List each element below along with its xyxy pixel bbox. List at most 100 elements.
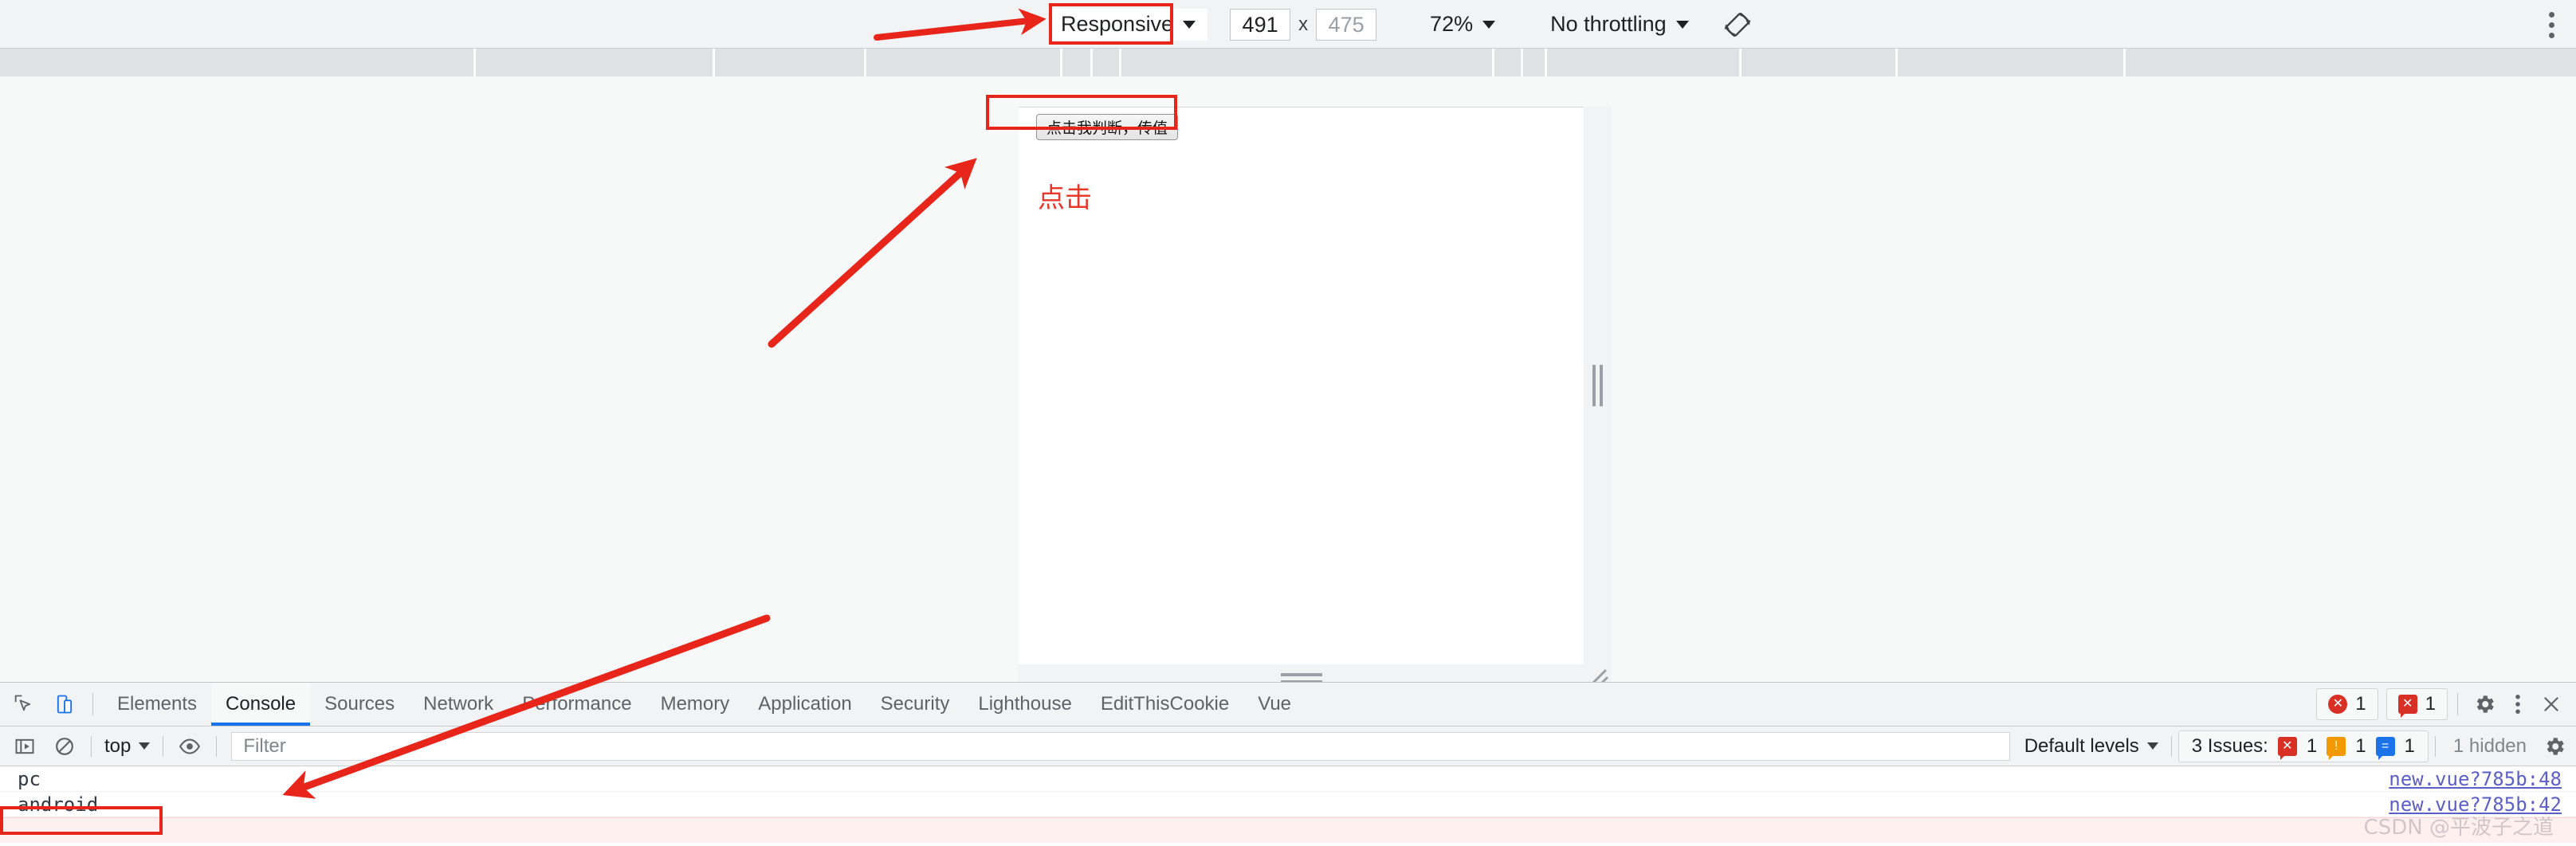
device-toolbar-toggle-icon[interactable] — [46, 686, 83, 723]
emulated-page-stage: 点击我判断，传值 点击 — [0, 76, 2576, 692]
tab-label: Application — [758, 693, 852, 715]
issues-warning-count: 1 — [2355, 734, 2366, 757]
emulated-viewport[interactable]: 点击我判断，传值 点击 — [1019, 107, 1584, 664]
tab-lighthouse[interactable]: Lighthouse — [964, 683, 1086, 726]
devtools-panel: Elements Console Sources Network Perform… — [0, 682, 2576, 846]
resize-grip-icon — [1592, 365, 1603, 406]
ruler-tick — [713, 49, 715, 76]
toolbar-divider — [91, 735, 92, 757]
device-preset-select[interactable]: Responsive — [1049, 8, 1208, 41]
execution-context-label: top — [104, 734, 132, 757]
toolbar-divider — [216, 735, 218, 757]
console-log-row[interactable]: android new.vue?785b:42 — [0, 792, 2576, 817]
error-count-badge[interactable]: ✕ 1 — [2316, 688, 2378, 720]
zoom-label: 72% — [1430, 12, 1474, 36]
execution-context-select[interactable]: top — [98, 730, 156, 762]
issue-error-icon: ✕ — [2277, 736, 2297, 760]
page-red-text: 点击 — [1038, 182, 1092, 214]
device-preset-label: Responsive — [1061, 12, 1174, 36]
console-message-list: pc new.vue?785b:48 android new.vue?785b:… — [0, 766, 2576, 846]
error-circle-icon: ✕ — [2328, 695, 2348, 714]
ruler-tick — [1521, 49, 1523, 76]
page-action-button[interactable]: 点击我判断，传值 — [1036, 114, 1179, 140]
toolbar-divider — [2457, 693, 2458, 715]
dimension-separator: x — [1298, 13, 1309, 35]
hidden-messages-label: 1 hidden — [2452, 734, 2527, 757]
chevron-down-icon — [2146, 742, 2158, 750]
throttling-select[interactable]: No throttling — [1539, 9, 1700, 41]
console-log-text: android — [18, 793, 99, 816]
chevron-down-icon — [1482, 20, 1496, 29]
tab-editthiscookie[interactable]: EditThisCookie — [1086, 683, 1243, 726]
console-log-source-link[interactable]: new.vue?785b:42 — [2389, 793, 2562, 816]
ruler-tick — [1492, 49, 1494, 76]
tab-performance[interactable]: Performance — [508, 683, 646, 726]
tab-label: Security — [880, 693, 950, 715]
tab-sources[interactable]: Sources — [310, 683, 409, 726]
console-log-source-link[interactable]: new.vue?785b:48 — [2389, 768, 2562, 790]
device-emulation-toolbar: Responsive 491 x 475 72% No throttling — [0, 0, 2576, 49]
tab-label: Sources — [324, 693, 395, 715]
issue-info-icon: = — [2375, 736, 2395, 760]
tab-elements[interactable]: Elements — [103, 683, 211, 726]
console-log-text: pc — [18, 767, 41, 790]
error-count-label: 1 — [2355, 693, 2366, 715]
tab-application[interactable]: Application — [744, 683, 866, 726]
issues-error-count: 1 — [2306, 734, 2318, 757]
tab-label: Vue — [1258, 693, 1292, 715]
message-count-label: 1 — [2425, 693, 2436, 715]
tab-memory[interactable]: Memory — [646, 683, 744, 726]
issues-info-count: 1 — [2404, 734, 2415, 757]
console-error-row[interactable] — [0, 817, 2576, 843]
console-sidebar-icon[interactable] — [8, 730, 41, 763]
throttling-label: No throttling — [1550, 12, 1667, 36]
device-frame: 点击我判断，传值 点击 — [1019, 107, 1612, 692]
tab-vue[interactable]: Vue — [1243, 683, 1306, 726]
message-count-badge[interactable]: ✕ 1 — [2386, 688, 2448, 720]
tab-label: Lighthouse — [978, 693, 1072, 715]
device-toolbar-more-menu[interactable] — [2538, 8, 2565, 41]
tab-security[interactable]: Security — [866, 683, 964, 726]
ruler-tick — [864, 49, 866, 76]
devtools-close-icon[interactable] — [2535, 687, 2568, 721]
log-levels-select[interactable]: Default levels — [2018, 730, 2165, 762]
ruler-tick — [1119, 49, 1121, 76]
ruler-tick — [1060, 49, 1062, 76]
live-expression-icon[interactable] — [173, 730, 206, 763]
tab-label: Network — [423, 693, 494, 715]
clear-console-icon[interactable] — [48, 730, 81, 763]
ruler-tick — [2123, 49, 2126, 76]
console-settings-gear-icon[interactable] — [2538, 730, 2571, 763]
toolbar-divider — [2170, 735, 2172, 757]
chevron-down-icon — [139, 742, 151, 750]
console-log-row[interactable]: pc new.vue?785b:48 — [0, 766, 2576, 792]
ruler-tick — [1545, 49, 1547, 76]
error-message-icon: ✕ — [2397, 695, 2417, 718]
viewport-width-resize-handle[interactable] — [1584, 107, 1612, 664]
viewport-height-input[interactable]: 475 — [1316, 8, 1377, 41]
chevron-down-icon — [1183, 20, 1196, 29]
viewport-width-input[interactable]: 491 — [1230, 8, 1291, 41]
issue-warning-icon: ! — [2327, 736, 2346, 760]
inspect-element-icon[interactable] — [5, 686, 41, 723]
devtools-tabbar: Elements Console Sources Network Perform… — [0, 683, 2576, 727]
devtools-overflow-menu-icon[interactable] — [2501, 687, 2535, 721]
ruler-tick — [1739, 49, 1742, 76]
tab-network[interactable]: Network — [409, 683, 508, 726]
zoom-select[interactable]: 72% — [1399, 9, 1526, 41]
console-filter-input[interactable]: Filter — [231, 731, 2010, 761]
rotate-device-icon[interactable] — [1721, 8, 1754, 41]
toolbar-divider — [2434, 735, 2436, 757]
log-levels-label: Default levels — [2024, 734, 2139, 757]
device-toolbar-controls: Responsive 491 x 475 72% No throttling — [1049, 0, 1754, 49]
chevron-down-icon — [1675, 20, 1689, 29]
tab-label: Console — [226, 693, 296, 715]
issues-summary-button[interactable]: 3 Issues: ✕ 1 ! 1 = 1 — [2177, 730, 2429, 762]
tab-label: Elements — [117, 693, 198, 715]
tab-console[interactable]: Console — [211, 683, 311, 726]
devtools-settings-gear-icon[interactable] — [2468, 687, 2501, 721]
issues-label: 3 Issues: — [2191, 734, 2268, 757]
console-toolbar: top Filter Default levels 3 Issues: ✕ 1 … — [0, 727, 2576, 766]
viewport-ruler — [0, 49, 2576, 76]
tab-label: Performance — [522, 693, 632, 715]
